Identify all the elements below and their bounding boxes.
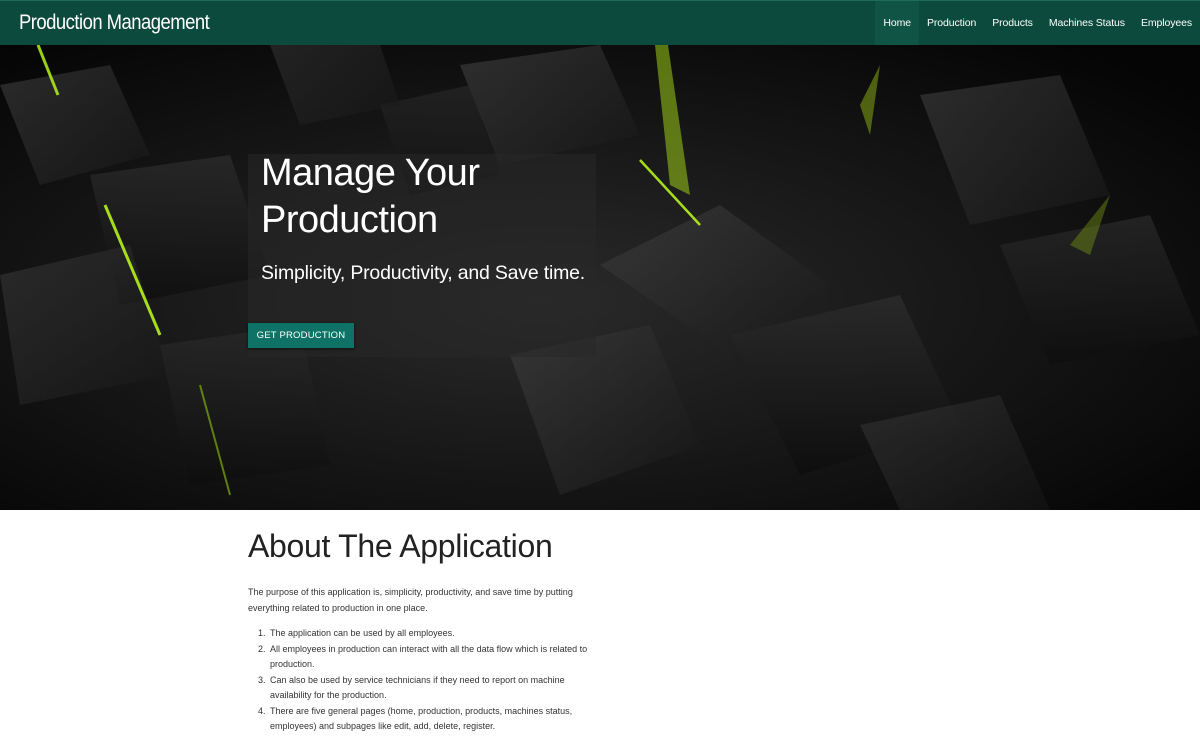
list-item-text: There are five general pages (home, prod…: [270, 705, 573, 732]
nav-item-home[interactable]: Home: [875, 0, 919, 46]
list-item: 4. There are five general pages (home, pr…: [258, 704, 598, 735]
list-item-number: 3.: [258, 674, 266, 685]
get-production-button[interactable]: GET PRODUCTION: [248, 323, 354, 348]
list-item: 3. Can also be used by service technician…: [258, 673, 598, 704]
main-nav: Home Production Products Machines Status…: [875, 0, 1200, 46]
list-item-number: 1.: [258, 628, 266, 638]
hero-title: Manage Your Production: [261, 152, 480, 241]
navbar: Production Management Home Production Pr…: [0, 0, 1200, 46]
list-item: 2. All employees in production can intera…: [258, 642, 598, 673]
about-title: About The Application: [248, 528, 553, 564]
brand-logo[interactable]: Production Management: [19, 11, 210, 35]
list-item: 1. The application can be used by all emp…: [258, 626, 598, 642]
list-item-number: 2.: [258, 643, 266, 654]
about-feature-list: 1. The application can be used by all emp…: [258, 626, 598, 735]
list-item-number: 4.: [258, 705, 266, 716]
nav-item-production[interactable]: Production: [919, 1, 984, 46]
nav-item-products[interactable]: Products: [984, 1, 1041, 46]
nav-item-employees[interactable]: Employees: [1133, 1, 1200, 46]
hero-subtitle: Simplicity, Productivity, and Save time.: [261, 262, 585, 284]
list-item-text: Can also be used by service technicians …: [270, 674, 565, 701]
nav-item-machines-status[interactable]: Machines Status: [1041, 1, 1133, 46]
list-item-text: The application can be used by all emplo…: [270, 628, 455, 638]
list-item-text: All employees in production can interact…: [270, 643, 588, 670]
about-intro: The purpose of this application is, simp…: [248, 587, 573, 613]
